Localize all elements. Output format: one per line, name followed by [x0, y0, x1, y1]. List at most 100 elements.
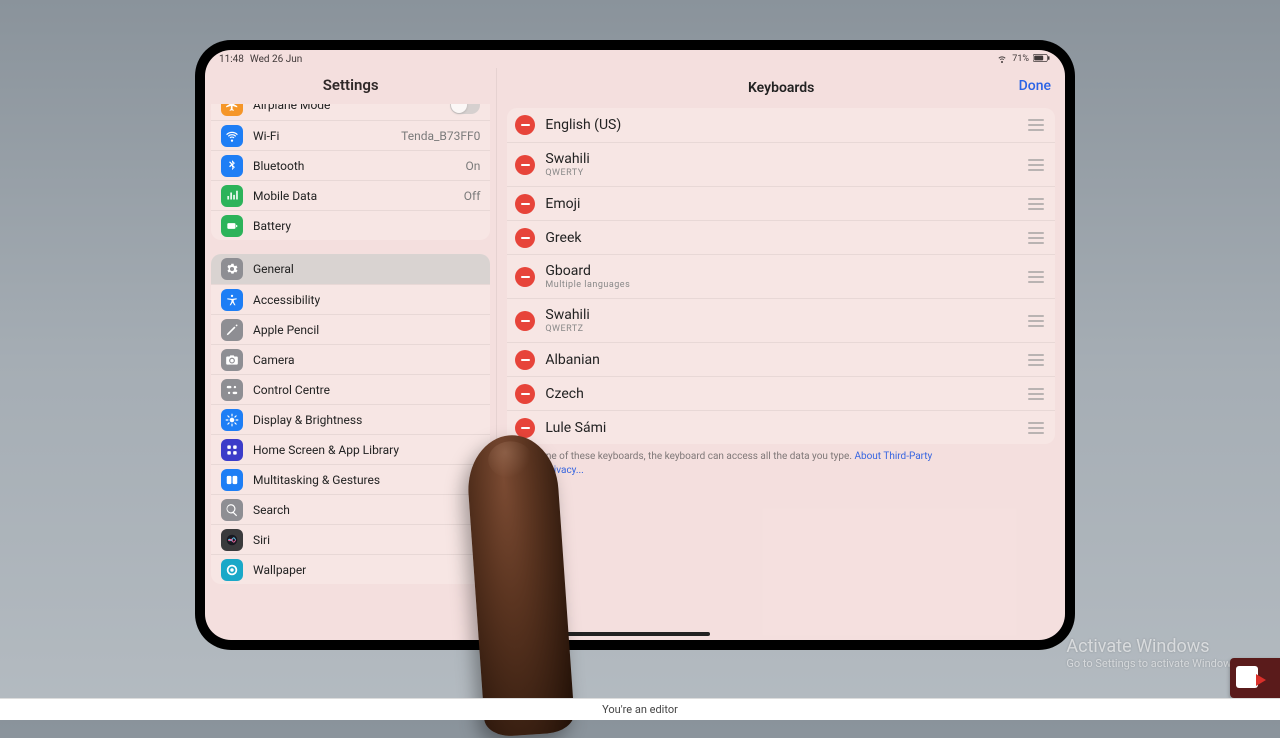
reorder-handle-icon[interactable] [1027, 422, 1045, 434]
airplane-toggle[interactable] [450, 104, 480, 114]
search-icon [221, 499, 243, 521]
sidebar-item-value: Off [464, 189, 481, 203]
editor-bar-text: You're an editor [602, 703, 678, 716]
sidebar-item-label: Airplane Mode [253, 104, 440, 112]
sidebar-item-label: Search [253, 503, 480, 517]
delete-icon[interactable] [515, 311, 535, 331]
keyboard-text: SwahiliQWERTZ [545, 307, 1017, 334]
reorder-handle-icon[interactable] [1027, 354, 1045, 366]
sidebar-title: Settings [205, 68, 496, 104]
sidebar-item-value: Tenda_B73FF0 [401, 129, 480, 143]
wifi-icon [221, 125, 243, 147]
reorder-handle-icon[interactable] [1027, 232, 1045, 244]
reorder-handle-icon[interactable] [1027, 198, 1045, 210]
keyboard-name: Albanian [545, 352, 1017, 368]
sidebar-item-search[interactable]: Search [211, 494, 490, 524]
keyboard-row[interactable]: Lule Sámi [507, 410, 1055, 444]
done-button[interactable]: Done [1019, 78, 1051, 94]
sidebar-item-airplane[interactable]: Airplane Mode [211, 104, 490, 120]
about-third-party-link[interactable]: About Third-Party [854, 451, 932, 462]
delete-icon[interactable] [515, 350, 535, 370]
sidebar-item-label: Battery [253, 219, 480, 233]
keyboard-text: Emoji [545, 196, 1017, 212]
footer-text: using one of these keyboards, the keyboa… [513, 451, 854, 462]
reorder-handle-icon[interactable] [1027, 388, 1045, 400]
sidebar-item-wallpaper[interactable]: Wallpaper [211, 554, 490, 584]
keyboard-row[interactable]: GboardMultiple languages [507, 254, 1055, 298]
delete-icon[interactable] [515, 194, 535, 214]
settings-sidebar: Settings Airplane Mode Wi-Fi Tenda_B73FF0 B… [205, 68, 497, 640]
keyboard-row[interactable]: SwahiliQWERTZ [507, 298, 1055, 342]
delete-icon[interactable] [515, 267, 535, 287]
status-right: 71% [996, 52, 1051, 67]
sidebar-item-mobile-data[interactable]: Mobile Data Off [211, 180, 490, 210]
battery-percent: 71% [1012, 54, 1029, 64]
reorder-handle-icon[interactable] [1027, 159, 1045, 171]
sidebar-item-label: Home Screen & App Library [253, 443, 480, 457]
keyboard-sub: Multiple languages [545, 280, 1017, 290]
sidebar-item-camera[interactable]: Camera [211, 344, 490, 374]
sidebar-list[interactable]: Airplane ModeWi-FiTenda_B73FF0BluetoothO… [205, 104, 496, 640]
sidebar-item-battery[interactable]: Battery [211, 210, 490, 240]
siri-icon [221, 529, 243, 551]
keyboard-row[interactable]: Czech [507, 376, 1055, 410]
sidebar-item-label: Apple Pencil [253, 323, 480, 337]
sidebar-item-label: Mobile Data [253, 189, 454, 203]
detail-title: Keyboards [748, 80, 814, 96]
delete-icon[interactable] [515, 155, 535, 175]
sidebar-item-multitasking[interactable]: Multitasking & Gestures [211, 464, 490, 494]
sidebar-item-label: Camera [253, 353, 480, 367]
sidebar-item-general[interactable]: General [211, 254, 490, 284]
reorder-handle-icon[interactable] [1027, 315, 1045, 327]
keyboard-row[interactable]: Emoji [507, 186, 1055, 220]
delete-icon[interactable] [515, 228, 535, 248]
reorder-handle-icon[interactable] [1027, 271, 1045, 283]
keyboard-row[interactable]: SwahiliQWERTY [507, 142, 1055, 186]
third-party-footer: using one of these keyboards, the keyboa… [497, 444, 1065, 478]
battery-icon [1033, 53, 1051, 66]
sidebar-item-label: Multitasking & Gestures [253, 473, 480, 487]
keyboard-row[interactable]: Albanian [507, 342, 1055, 376]
sidebar-group: Airplane ModeWi-FiTenda_B73FF0BluetoothO… [211, 104, 490, 240]
reorder-handle-icon[interactable] [1027, 119, 1045, 131]
sidebar-item-label: Control Centre [253, 383, 480, 397]
mobile-data-icon [221, 185, 243, 207]
device-screen: 11:48 Wed 26 Jun 71% Settings Airplane M… [205, 50, 1065, 640]
keyboard-name: Swahili [545, 307, 1017, 323]
watermark-title: Activate Windows [1066, 636, 1240, 657]
home-indicator[interactable] [560, 632, 710, 636]
status-date: Wed 26 Jun [250, 54, 302, 65]
sidebar-item-label: Accessibility [253, 293, 480, 307]
sidebar-item-label: Wallpaper [253, 563, 480, 577]
apple-pencil-icon [221, 319, 243, 341]
sidebar-item-label: Bluetooth [253, 159, 456, 173]
sidebar-item-control-centre[interactable]: Control Centre [211, 374, 490, 404]
sidebar-item-bluetooth[interactable]: BluetoothOn [211, 150, 490, 180]
bluetooth-icon [221, 155, 243, 177]
camera-icon [221, 349, 243, 371]
delete-icon[interactable] [515, 384, 535, 404]
general-icon [221, 258, 243, 280]
sidebar-item-accessibility[interactable]: Accessibility [211, 284, 490, 314]
wallpaper-icon [221, 559, 243, 581]
delete-icon[interactable] [515, 418, 535, 438]
sidebar-item-wifi[interactable]: Wi-Fi Tenda_B73FF0 [211, 120, 490, 150]
battery-icon [221, 215, 243, 237]
multitasking-icon [221, 469, 243, 491]
editor-bar: You're an editor [0, 698, 1280, 720]
keyboard-row[interactable]: English (US) [507, 108, 1055, 142]
delete-icon[interactable] [515, 115, 535, 135]
status-bar: 11:48 Wed 26 Jun 71% [205, 50, 1065, 68]
keyboard-name: Emoji [545, 196, 1017, 212]
sidebar-item-apple-pencil[interactable]: Apple Pencil [211, 314, 490, 344]
sidebar-item-siri[interactable]: Siri [211, 524, 490, 554]
sidebar-item-label: Wi-Fi [253, 129, 391, 143]
privacy-link[interactable]: ards & Privacy... [513, 465, 583, 476]
keyboard-text: Greek [545, 230, 1017, 246]
sidebar-item-display[interactable]: Display & Brightness [211, 404, 490, 434]
keyboard-row[interactable]: Greek [507, 220, 1055, 254]
sidebar-item-home-screen[interactable]: Home Screen & App Library [211, 434, 490, 464]
keyboard-text: Lule Sámi [545, 420, 1017, 436]
keyboard-name: Czech [545, 386, 1017, 402]
corner-widget [1230, 658, 1280, 698]
